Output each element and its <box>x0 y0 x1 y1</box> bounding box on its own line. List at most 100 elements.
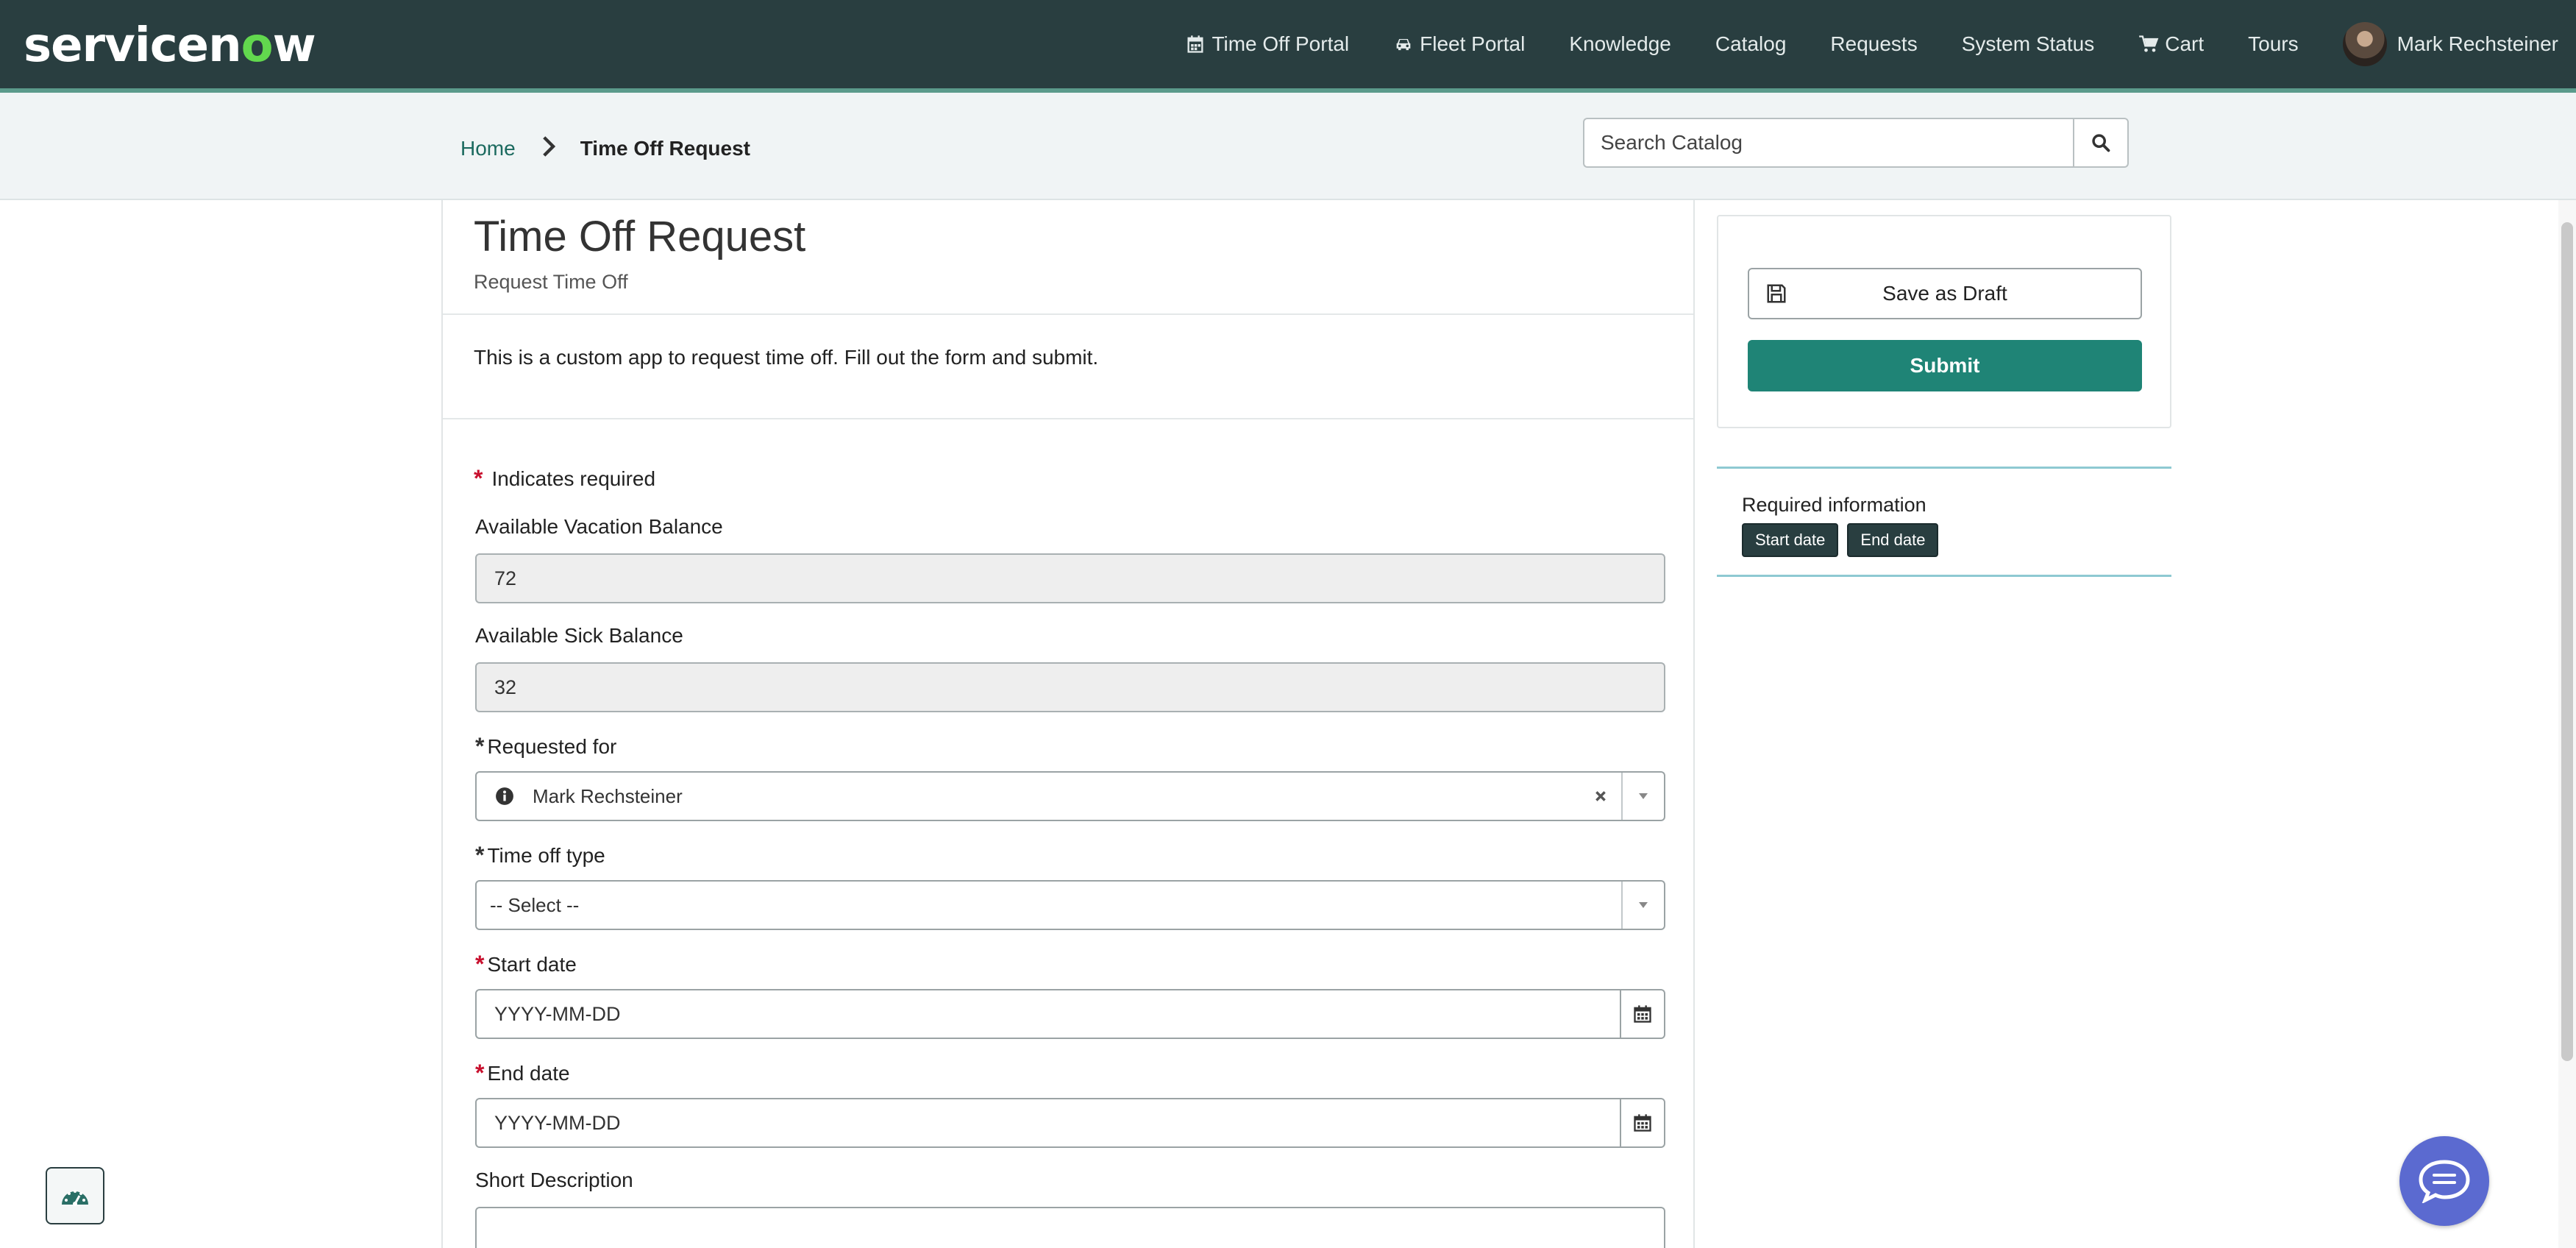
page-title: Time Off Request <box>474 213 806 260</box>
nav-links: Time Off Portal Fleet Portal Knowledge C… <box>1163 0 2558 88</box>
chat-button[interactable] <box>2399 1136 2489 1226</box>
scrollbar-thumb[interactable] <box>2561 222 2573 1061</box>
servicenow-logo[interactable]: servicenow <box>24 16 316 75</box>
required-tag-start-date[interactable]: Start date <box>1742 523 1839 557</box>
requested-for-label: * Requested for <box>475 733 616 760</box>
requested-for-dropdown[interactable] <box>1621 773 1664 820</box>
form-panel: Time Off Request Request Time Off This i… <box>441 200 1695 1248</box>
required-note-text: Indicates required <box>491 467 656 490</box>
submit-button[interactable]: Submit <box>1748 340 2142 391</box>
nav-requests[interactable]: Requests <box>1808 0 1939 88</box>
search-input[interactable] <box>1583 118 2073 168</box>
start-date-label-text: Start date <box>487 952 577 976</box>
performance-dashboard-button[interactable] <box>46 1167 104 1224</box>
end-date-input[interactable] <box>477 1099 1620 1146</box>
catalog-search <box>1583 118 2129 168</box>
nav-catalog-label: Catalog <box>1715 32 1787 55</box>
breadcrumb: Home Time Off Request <box>460 134 750 163</box>
nav-time-off-portal-label: Time Off Portal <box>1211 32 1350 55</box>
nav-tours-label: Tours <box>2248 32 2299 55</box>
calendar-icon <box>1634 1114 1651 1132</box>
nav-fleet-portal[interactable]: Fleet Portal <box>1371 0 1547 88</box>
cart-icon <box>2139 35 2159 52</box>
action-card: Save as Draft Submit <box>1717 215 2171 428</box>
form-intro: This is a custom app to request time off… <box>474 346 1099 369</box>
breadcrumb-home[interactable]: Home <box>460 137 516 160</box>
vacation-balance-value: 72 <box>494 567 517 589</box>
required-note: * Indicates required <box>474 465 655 492</box>
user-menu[interactable]: Mark Rechsteiner <box>2321 0 2558 88</box>
required-marker: * <box>475 733 485 759</box>
speedometer-icon <box>62 1190 88 1206</box>
top-navigation: servicenow Time Off Portal Fleet Portal … <box>0 0 2576 93</box>
page-scrollbar[interactable] <box>2558 200 2576 1248</box>
required-tags: Start date End date <box>1742 523 1939 557</box>
nav-knowledge-label: Knowledge <box>1569 32 1671 55</box>
end-date-label: * End date <box>475 1060 570 1087</box>
vacation-balance-label: Available Vacation Balance <box>475 515 723 539</box>
start-date-label: * Start date <box>475 951 577 978</box>
time-off-type-label-text: Time off type <box>487 843 605 867</box>
search-icon <box>2092 134 2110 152</box>
time-off-type-select[interactable]: -- Select -- <box>475 880 1665 930</box>
nav-fleet-portal-label: Fleet Portal <box>1420 32 1526 55</box>
short-description-field[interactable] <box>475 1207 1665 1248</box>
time-off-type-label: * Time off type <box>475 842 605 869</box>
nav-knowledge[interactable]: Knowledge <box>1547 0 1693 88</box>
chat-bubble-icon <box>2419 1160 2470 1203</box>
nav-system-status-label: System Status <box>1961 32 2095 55</box>
info-icon[interactable] <box>477 787 533 806</box>
nav-tours[interactable]: Tours <box>2226 0 2320 88</box>
page-subtitle: Request Time Off <box>474 271 628 293</box>
required-marker: * <box>475 951 485 977</box>
nav-requests-label: Requests <box>1830 32 1918 55</box>
vacation-balance-field: 72 <box>475 553 1665 603</box>
start-date-input[interactable] <box>477 990 1620 1038</box>
save-as-draft-label: Save as Draft <box>1882 282 2007 305</box>
required-marker: * <box>474 465 483 492</box>
required-information: Required information Start date End date <box>1717 467 2171 577</box>
save-as-draft-button[interactable]: Save as Draft <box>1748 268 2142 319</box>
sick-balance-field: 32 <box>475 662 1665 712</box>
end-date-field <box>475 1098 1665 1148</box>
requested-for-value: Mark Rechsteiner <box>533 784 683 807</box>
nav-cart-label: Cart <box>2165 32 2205 55</box>
requested-for-field[interactable]: Mark Rechsteiner <box>475 771 1665 821</box>
search-button[interactable] <box>2073 118 2129 168</box>
car-icon <box>1396 39 1411 51</box>
short-description-label: Short Description <box>475 1169 633 1192</box>
short-description-label-text: Short Description <box>475 1169 633 1191</box>
avatar <box>2342 22 2387 66</box>
requested-for-label-text: Requested for <box>487 734 617 758</box>
required-marker: * <box>475 842 485 868</box>
user-name: Mark Rechsteiner <box>2397 32 2558 55</box>
divider <box>443 313 1693 315</box>
chevron-down-icon <box>1639 793 1648 799</box>
nav-cart[interactable]: Cart <box>2116 0 2226 88</box>
sick-balance-label: Available Sick Balance <box>475 624 683 648</box>
clear-icon[interactable] <box>1580 790 1621 803</box>
nav-catalog[interactable]: Catalog <box>1693 0 1809 88</box>
sick-balance-label-text: Available Sick Balance <box>475 624 683 647</box>
breadcrumb-current: Time Off Request <box>580 137 751 160</box>
nav-time-off-portal[interactable]: Time Off Portal <box>1163 0 1371 88</box>
time-off-type-dropdown[interactable] <box>1621 882 1664 929</box>
end-date-picker-button[interactable] <box>1620 1099 1664 1146</box>
required-information-title: Required information <box>1742 494 1926 516</box>
chevron-down-icon <box>1639 902 1648 908</box>
chevron-right-icon <box>541 135 555 162</box>
calendar-icon <box>1187 35 1203 53</box>
sick-balance-value: 32 <box>494 676 517 698</box>
divider <box>443 418 1693 419</box>
sub-header: Home Time Off Request <box>0 93 2576 200</box>
required-tag-end-date[interactable]: End date <box>1847 523 1939 557</box>
time-off-type-value: -- Select -- <box>490 893 580 916</box>
start-date-field <box>475 989 1665 1039</box>
nav-system-status[interactable]: System Status <box>1940 0 2117 88</box>
vacation-balance-label-text: Available Vacation Balance <box>475 515 723 538</box>
save-icon <box>1767 284 1786 303</box>
start-date-picker-button[interactable] <box>1620 990 1664 1038</box>
required-marker: * <box>475 1060 485 1086</box>
calendar-icon <box>1634 1005 1651 1023</box>
end-date-label-text: End date <box>487 1061 570 1085</box>
